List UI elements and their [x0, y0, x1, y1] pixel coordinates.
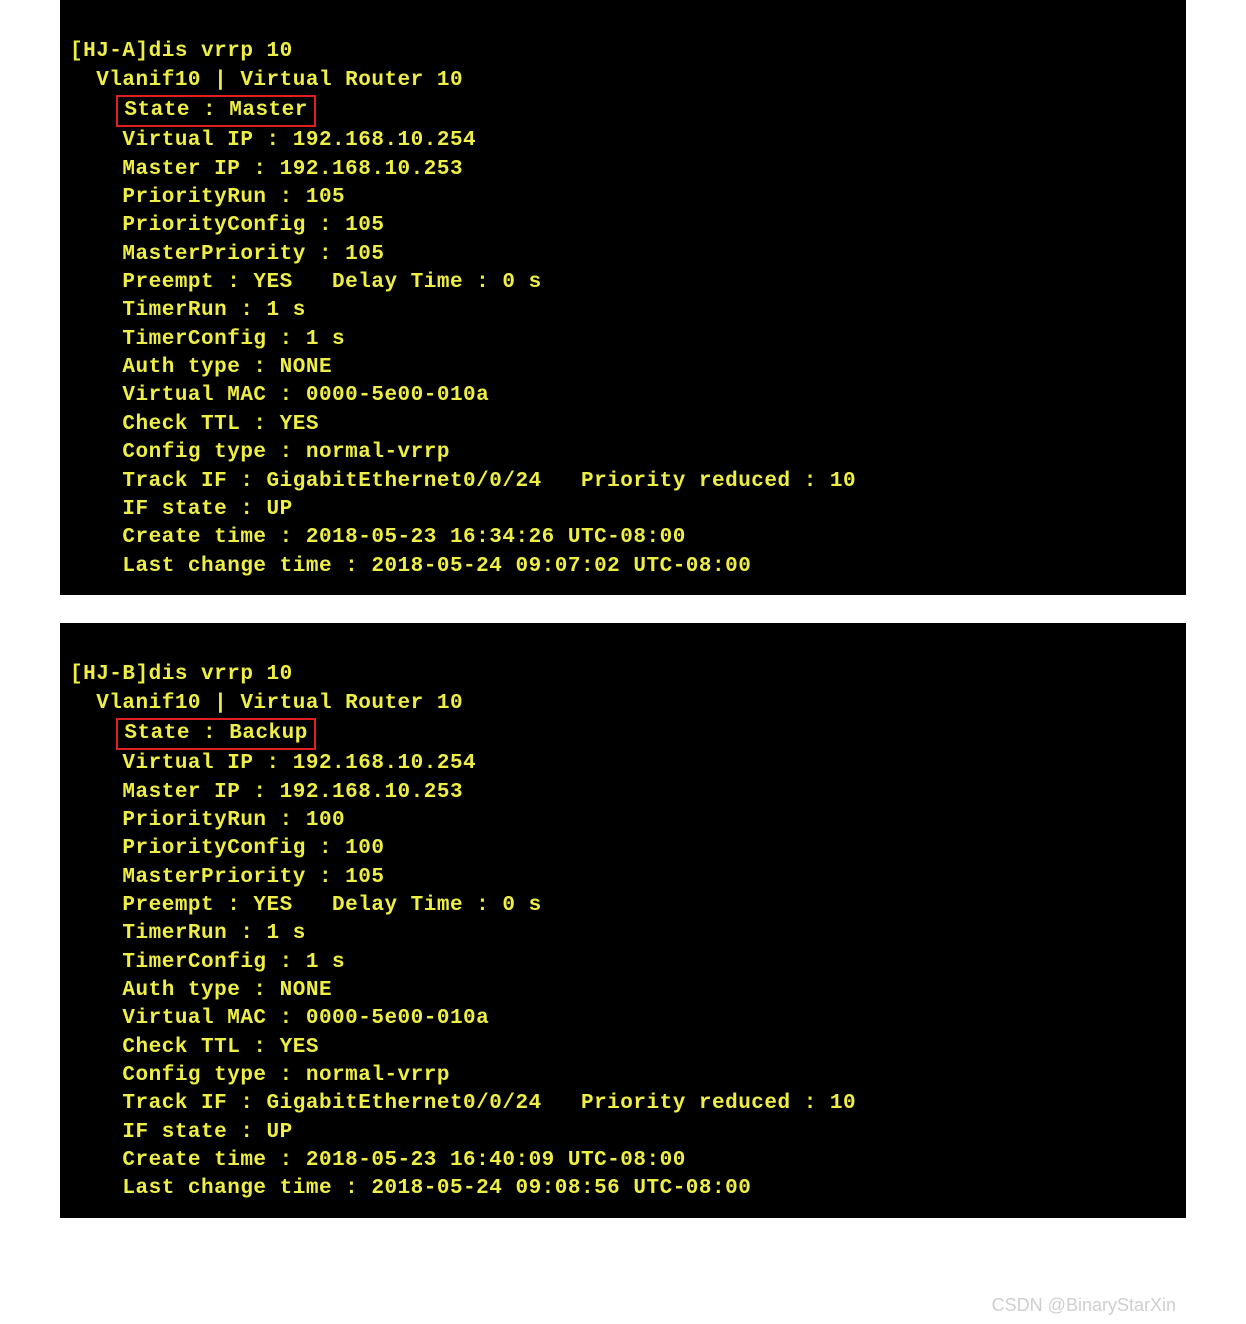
- output-line: PriorityConfig : 100: [70, 837, 384, 860]
- state-text: State : Backup: [124, 722, 307, 745]
- output-line: Virtual IP : 192.168.10.254: [70, 752, 476, 775]
- output-line: Create time : 2018-05-23 16:34:26 UTC-08…: [70, 526, 686, 549]
- output-line: Track IF : GigabitEthernet0/0/24 Priorit…: [70, 1092, 856, 1115]
- terminal-hj-b: [HJ-B]dis vrrp 10 Vlanif10 | Virtual Rou…: [60, 623, 1186, 1218]
- state-highlight: State : Master: [116, 95, 315, 127]
- output-line: Master IP : 192.168.10.253: [70, 781, 463, 804]
- terminal-hj-a: [HJ-A]dis vrrp 10 Vlanif10 | Virtual Rou…: [60, 0, 1186, 595]
- output-line: PriorityRun : 100: [70, 809, 345, 832]
- output-line: Virtual MAC : 0000-5e00-010a: [70, 384, 489, 407]
- output-line: Auth type : NONE: [70, 979, 332, 1002]
- output-line: Config type : normal-vrrp: [70, 1064, 450, 1087]
- page: [HJ-A]dis vrrp 10 Vlanif10 | Virtual Rou…: [0, 0, 1246, 1286]
- output-line: MasterPriority : 105: [70, 866, 384, 889]
- output-line: IF state : UP: [70, 1121, 293, 1144]
- output-line: Virtual IP : 192.168.10.254: [70, 129, 476, 152]
- output-line: Preempt : YES Delay Time : 0 s: [70, 894, 542, 917]
- output-line: TimerRun : 1 s: [70, 299, 306, 322]
- header-line: Vlanif10 | Virtual Router 10: [70, 692, 463, 715]
- output-line: TimerRun : 1 s: [70, 922, 306, 945]
- output-line: Master IP : 192.168.10.253: [70, 158, 463, 181]
- header-line: Vlanif10 | Virtual Router 10: [70, 69, 463, 92]
- output-line: TimerConfig : 1 s: [70, 951, 345, 974]
- output-line: Last change time : 2018-05-24 09:08:56 U…: [70, 1177, 751, 1200]
- output-line: Check TTL : YES: [70, 1036, 319, 1059]
- output-line: Preempt : YES Delay Time : 0 s: [70, 271, 542, 294]
- output-line: PriorityConfig : 105: [70, 214, 384, 237]
- output-line: IF state : UP: [70, 498, 293, 521]
- output-line: Virtual MAC : 0000-5e00-010a: [70, 1007, 489, 1030]
- output-line: PriorityRun : 105: [70, 186, 345, 209]
- output-line: MasterPriority : 105: [70, 243, 384, 266]
- prompt-line: [HJ-A]dis vrrp 10: [70, 40, 293, 63]
- output-line: Config type : normal-vrrp: [70, 441, 450, 464]
- output-line: Create time : 2018-05-23 16:40:09 UTC-08…: [70, 1149, 686, 1172]
- watermark-text: CSDN @BinaryStarXin: [992, 1295, 1176, 1316]
- output-line: Track IF : GigabitEthernet0/0/24 Priorit…: [70, 470, 856, 493]
- output-line: TimerConfig : 1 s: [70, 328, 345, 351]
- output-line: Auth type : NONE: [70, 356, 332, 379]
- output-line: Last change time : 2018-05-24 09:07:02 U…: [70, 555, 751, 578]
- state-text: State : Master: [124, 99, 307, 122]
- prompt-line: [HJ-B]dis vrrp 10: [70, 663, 293, 686]
- output-line: Check TTL : YES: [70, 413, 319, 436]
- state-highlight: State : Backup: [116, 718, 315, 750]
